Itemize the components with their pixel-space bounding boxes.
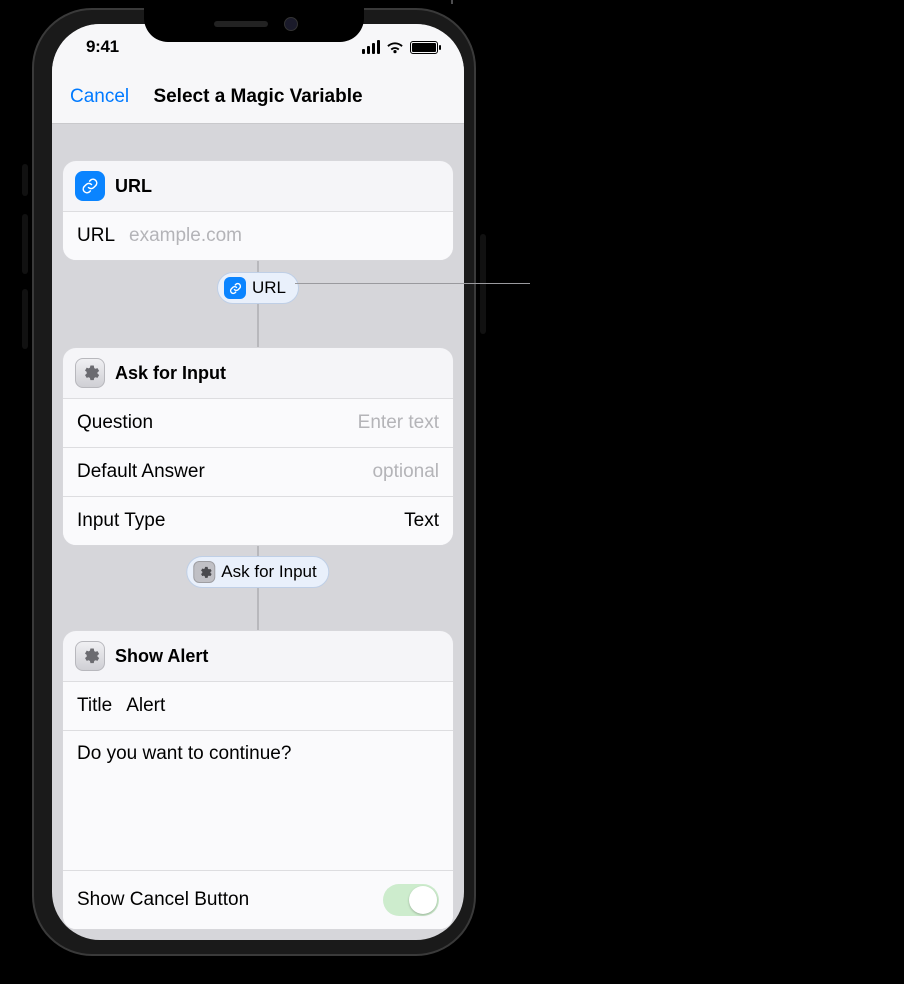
action-card-alert[interactable]: Show Alert Title Alert Do you want to co… xyxy=(62,630,454,930)
magic-variable-ask[interactable]: Ask for Input xyxy=(186,556,329,588)
gear-icon xyxy=(75,641,105,671)
field-label: Title xyxy=(77,695,112,717)
magic-variable-url[interactable]: URL xyxy=(217,272,299,304)
input-type-value: Text xyxy=(179,510,439,532)
action-card-url[interactable]: URL URL example.com xyxy=(62,160,454,261)
action-title: URL xyxy=(115,176,152,197)
callout-line xyxy=(295,283,530,284)
show-cancel-row: Show Cancel Button xyxy=(63,870,453,929)
field-label: Input Type xyxy=(77,510,165,532)
alert-title-row[interactable]: Title Alert xyxy=(63,681,453,730)
cellular-icon xyxy=(362,40,380,54)
action-card-ask[interactable]: Ask for Input Question Enter text Defaul… xyxy=(62,347,454,546)
pill-label: Ask for Input xyxy=(221,562,316,582)
battery-icon xyxy=(410,41,438,54)
cancel-button[interactable]: Cancel xyxy=(52,86,129,108)
field-label: Question xyxy=(77,412,153,434)
url-input[interactable]: example.com xyxy=(129,225,439,247)
input-type-row[interactable]: Input Type Text xyxy=(63,496,453,545)
notch xyxy=(144,4,364,42)
wifi-icon xyxy=(386,41,404,54)
gear-icon xyxy=(75,358,105,388)
field-label: Show Cancel Button xyxy=(77,889,249,911)
action-title: Show Alert xyxy=(115,646,208,667)
gear-icon xyxy=(193,561,215,583)
pill-label: URL xyxy=(252,278,286,298)
nav-bar: Cancel Select a Magic Variable xyxy=(52,70,464,124)
alert-body-input[interactable]: Do you want to continue? xyxy=(63,730,453,870)
field-label: Default Answer xyxy=(77,461,205,483)
url-field-row[interactable]: URL example.com xyxy=(63,211,453,260)
link-icon xyxy=(224,277,246,299)
action-title: Ask for Input xyxy=(115,363,226,384)
default-answer-input[interactable]: optional xyxy=(219,461,439,483)
default-answer-row[interactable]: Default Answer optional xyxy=(63,447,453,496)
field-label: URL xyxy=(77,225,115,247)
question-input[interactable]: Enter text xyxy=(167,412,439,434)
alert-title-input[interactable]: Alert xyxy=(126,695,439,717)
link-icon xyxy=(75,171,105,201)
status-time: 9:41 xyxy=(86,37,119,57)
screen: 9:41 Cancel Select a Magic Variable xyxy=(52,24,464,940)
workflow-canvas: URL URL example.com URL xyxy=(52,124,464,930)
question-row[interactable]: Question Enter text xyxy=(63,398,453,447)
phone-frame: 9:41 Cancel Select a Magic Variable xyxy=(28,4,480,960)
show-cancel-toggle[interactable] xyxy=(383,884,439,916)
